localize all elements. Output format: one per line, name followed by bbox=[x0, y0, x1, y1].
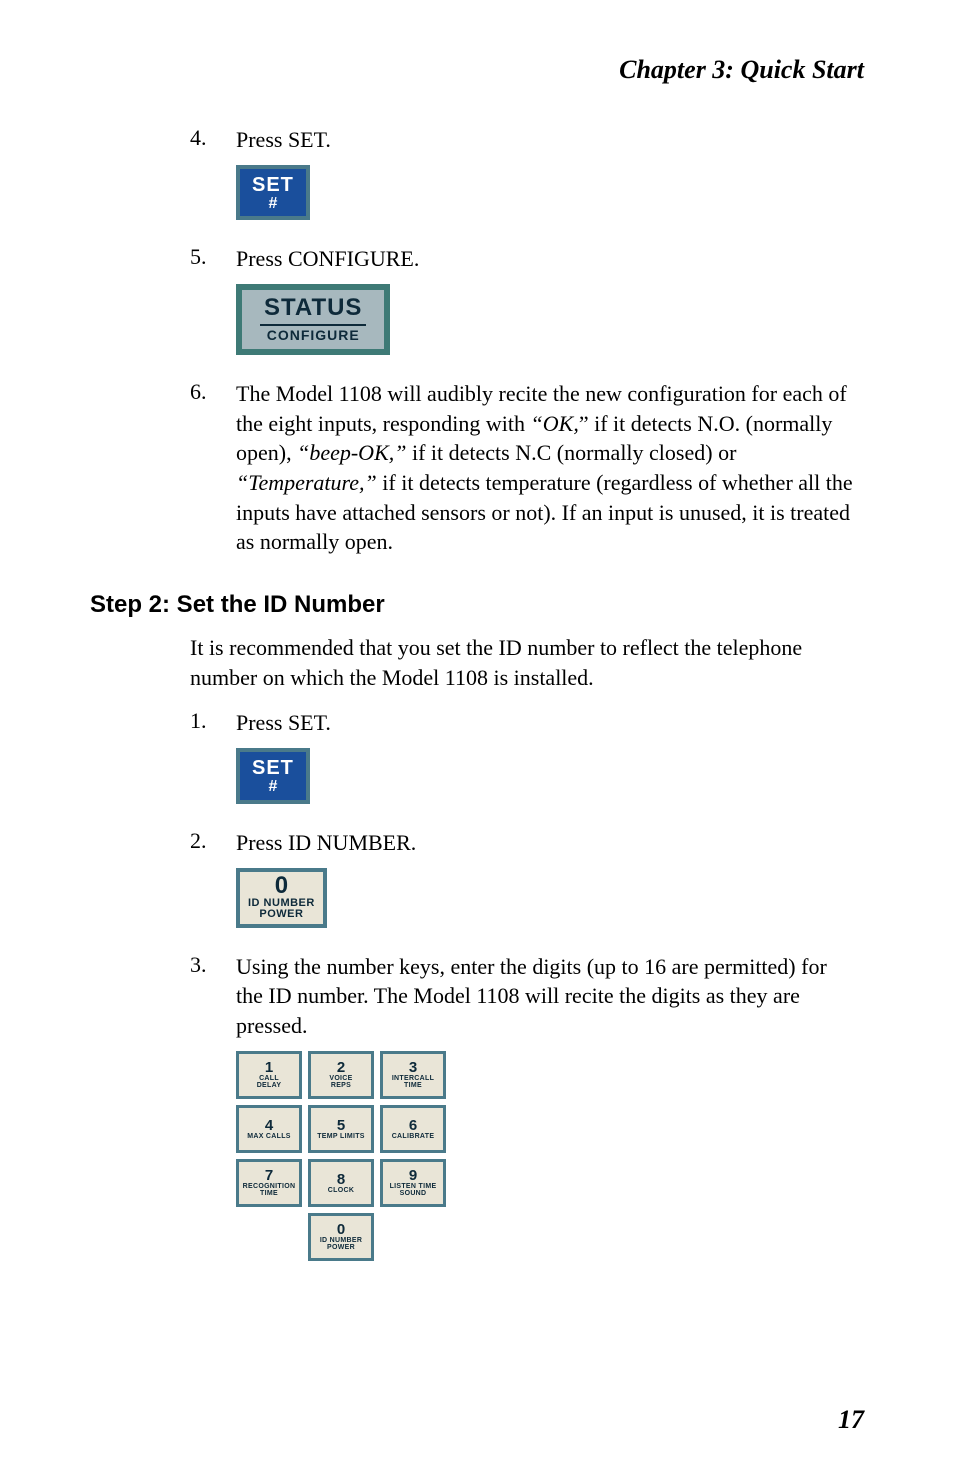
key-1: 1 CALL DELAY bbox=[236, 1051, 302, 1099]
step-number: 4. bbox=[190, 125, 236, 226]
key-label2: SOUND bbox=[383, 1190, 443, 1197]
key-0: 0 ID NUMBER POWER bbox=[308, 1213, 374, 1261]
key-3: 3 INTERCALL TIME bbox=[380, 1051, 446, 1099]
step2-list: 1. Press SET. SET # 2. Press ID NUMBER. bbox=[190, 708, 854, 1266]
set-button-graphic: SET # bbox=[236, 165, 854, 221]
status-button-graphic: STATUS CONFIGURE bbox=[236, 284, 854, 355]
key-label: MAX CALLS bbox=[239, 1133, 299, 1140]
step-number: 5. bbox=[190, 244, 236, 360]
button-label-top: STATUS bbox=[260, 295, 366, 325]
key-8: 8 CLOCK bbox=[308, 1159, 374, 1207]
step-number: 6. bbox=[190, 379, 236, 557]
keypad-row-4: 0 ID NUMBER POWER bbox=[236, 1213, 446, 1261]
step-text: Press CONFIGURE. bbox=[236, 246, 419, 271]
id-number-button: 0 ID NUMBER POWER bbox=[236, 868, 327, 928]
set-button-graphic: SET # bbox=[236, 748, 854, 804]
step-number: 3. bbox=[190, 952, 236, 1267]
keypad-row-3: 7 RECOGNITION TIME 8 CLOCK 9 bbox=[236, 1159, 446, 1207]
key-digit: 2 bbox=[311, 1060, 371, 1075]
step-content: Press SET. SET # bbox=[236, 125, 854, 226]
quote-ok: “OK, bbox=[531, 411, 579, 436]
page-number: 17 bbox=[838, 1405, 864, 1435]
step-4: 4. Press SET. SET # bbox=[190, 125, 854, 226]
keypad-row-1: 1 CALL DELAY 2 VOICE REPS 3 bbox=[236, 1051, 446, 1099]
key-6: 6 CALIBRATE bbox=[380, 1105, 446, 1153]
id-number-button-graphic: 0 ID NUMBER POWER bbox=[236, 868, 854, 928]
keypad-row-2: 4 MAX CALLS 5 TEMP LIMITS 6 bbox=[236, 1105, 446, 1153]
step-text: Press ID NUMBER. bbox=[236, 830, 416, 855]
key-9: 9 LISTEN TIME SOUND bbox=[380, 1159, 446, 1207]
keypad-graphic: 1 CALL DELAY 2 VOICE REPS 3 bbox=[236, 1051, 446, 1261]
step-content: The Model 1108 will audibly recite the n… bbox=[236, 379, 854, 557]
button-label-bottom: CONFIGURE bbox=[260, 328, 366, 343]
button-label-mid: ID NUMBER bbox=[248, 898, 315, 909]
key-label2: TIME bbox=[239, 1190, 299, 1197]
step2-intro: It is recommended that you set the ID nu… bbox=[190, 633, 854, 692]
button-label-bottom: # bbox=[252, 779, 294, 796]
step-text: Press SET. bbox=[236, 127, 331, 152]
key-digit: 1 bbox=[239, 1060, 299, 1075]
key-digit: 4 bbox=[239, 1118, 299, 1133]
key-5: 5 TEMP LIMITS bbox=[308, 1105, 374, 1153]
key-label: CALIBRATE bbox=[383, 1133, 443, 1140]
step-content: Press ID NUMBER. 0 ID NUMBER POWER bbox=[236, 828, 854, 934]
status-configure-button: STATUS CONFIGURE bbox=[236, 284, 390, 355]
key-label: TEMP LIMITS bbox=[311, 1133, 371, 1140]
step-5: 5. Press CONFIGURE. STATUS CONFIGURE bbox=[190, 244, 854, 360]
step-number: 1. bbox=[190, 708, 236, 809]
key-digit: 3 bbox=[383, 1060, 443, 1075]
key-digit: 8 bbox=[311, 1172, 371, 1187]
key-label: VOICE bbox=[311, 1075, 371, 1082]
key-label2: DELAY bbox=[239, 1082, 299, 1089]
body: 4. Press SET. SET # 5. Press CONFIGURE. bbox=[190, 125, 854, 557]
text-segment: if it detects N.C (normally closed) or bbox=[406, 440, 736, 465]
key-label2: POWER bbox=[311, 1244, 371, 1251]
step-text: Using the number keys, enter the digits … bbox=[236, 954, 827, 1038]
step2-heading: Step 2: Set the ID Number bbox=[90, 591, 864, 619]
key-label: INTERCALL bbox=[383, 1075, 443, 1082]
key-4: 4 MAX CALLS bbox=[236, 1105, 302, 1153]
step2-body: It is recommended that you set the ID nu… bbox=[190, 633, 854, 1267]
key-label: CLOCK bbox=[311, 1187, 371, 1194]
step-content: Press SET. SET # bbox=[236, 708, 854, 809]
step2-item-1: 1. Press SET. SET # bbox=[190, 708, 854, 809]
set-button: SET # bbox=[236, 165, 310, 221]
key-digit: 0 bbox=[311, 1222, 371, 1237]
quote-beep-ok: “beep-OK,” bbox=[297, 440, 406, 465]
step2-item-3: 3. Using the number keys, enter the digi… bbox=[190, 952, 854, 1267]
key-label: CALL bbox=[239, 1075, 299, 1082]
button-label-top: SET bbox=[252, 175, 294, 196]
key-digit: 7 bbox=[239, 1168, 299, 1183]
step-content: Using the number keys, enter the digits … bbox=[236, 952, 854, 1267]
quote-temperature: “Temperature,” bbox=[236, 470, 377, 495]
key-label: RECOGNITION bbox=[239, 1183, 299, 1190]
key-label2: REPS bbox=[311, 1082, 371, 1089]
step-content: Press CONFIGURE. STATUS CONFIGURE bbox=[236, 244, 854, 360]
key-label: ID NUMBER bbox=[311, 1237, 371, 1244]
key-digit: 5 bbox=[311, 1118, 371, 1133]
step-text: Press SET. bbox=[236, 710, 331, 735]
step-number: 2. bbox=[190, 828, 236, 934]
continued-steps-list: 4. Press SET. SET # 5. Press CONFIGURE. bbox=[190, 125, 854, 557]
button-label-top: SET bbox=[252, 758, 294, 779]
button-label-bottom: # bbox=[252, 196, 294, 213]
button-digit: 0 bbox=[248, 874, 315, 898]
key-label: LISTEN TIME bbox=[383, 1183, 443, 1190]
page: Chapter 3: Quick Start 4. Press SET. SET… bbox=[0, 0, 954, 1475]
key-2: 2 VOICE REPS bbox=[308, 1051, 374, 1099]
key-digit: 9 bbox=[383, 1168, 443, 1183]
key-digit: 6 bbox=[383, 1118, 443, 1133]
step2-item-2: 2. Press ID NUMBER. 0 ID NUMBER POWER bbox=[190, 828, 854, 934]
running-header: Chapter 3: Quick Start bbox=[90, 55, 864, 85]
key-7: 7 RECOGNITION TIME bbox=[236, 1159, 302, 1207]
button-label-bot: POWER bbox=[248, 909, 315, 920]
step-6: 6. The Model 1108 will audibly recite th… bbox=[190, 379, 854, 557]
set-button: SET # bbox=[236, 748, 310, 804]
key-label2: TIME bbox=[383, 1082, 443, 1089]
